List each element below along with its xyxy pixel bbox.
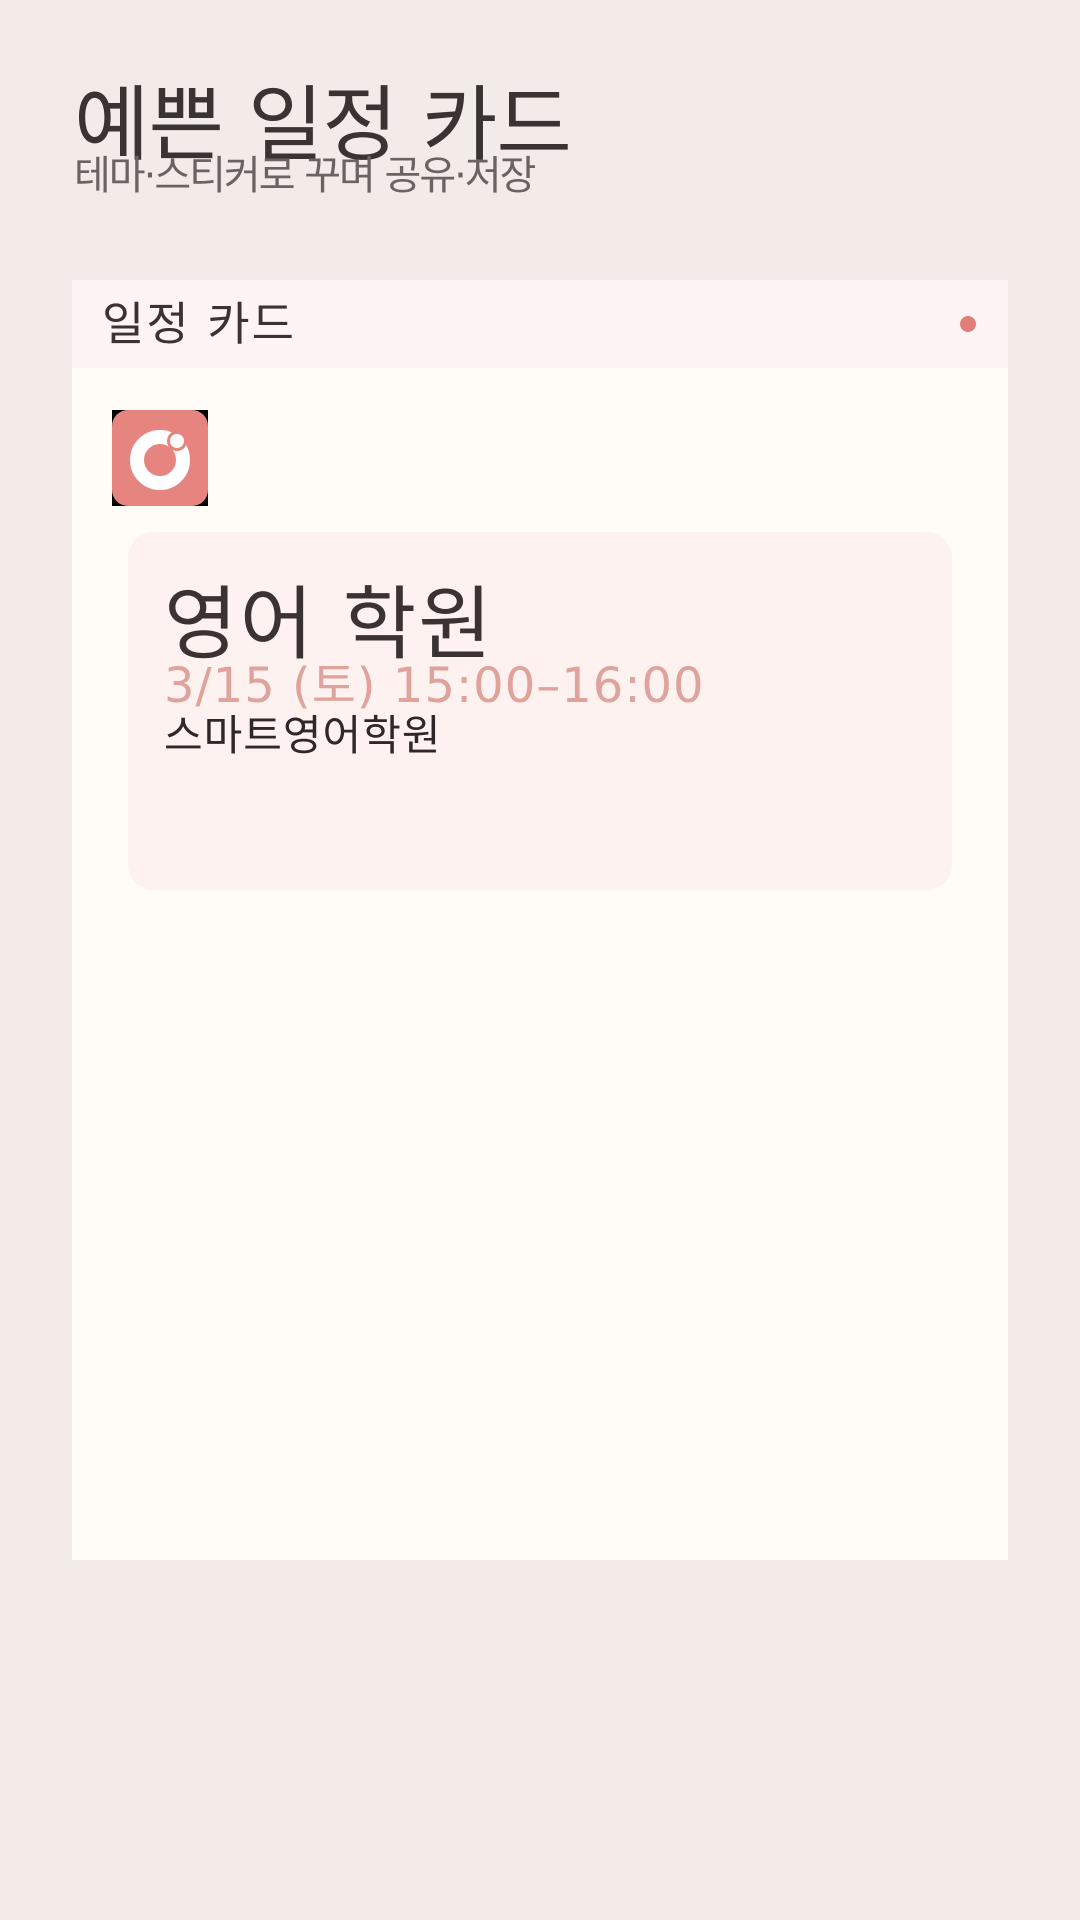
logo-spark-shape [170,434,184,448]
page-subtitle: 테마·스티커로 꾸며 공유·저장 [74,153,536,199]
app-logo [112,410,208,506]
event-datetime: 3/15 (토) 15:00–16:00 [164,658,705,714]
event-card[interactable]: 영어 학원 3/15 (토) 15:00–16:00 스마트영어학원 [128,532,952,890]
event-location: 스마트영어학원 [164,711,442,760]
status-dot [960,316,976,332]
page-header: 예쁜 일정 카드 테마·스티커로 꾸며 공유·저장 [74,80,974,199]
ring-logo-icon [112,410,208,506]
schedule-card-panel: 일정 카드 영어 학원 3/15 (토) 15:00–16:00 스마트영어학원 [72,280,1008,1560]
panel-title: 일정 카드 [102,297,296,351]
panel-header: 일정 카드 [72,280,1008,368]
